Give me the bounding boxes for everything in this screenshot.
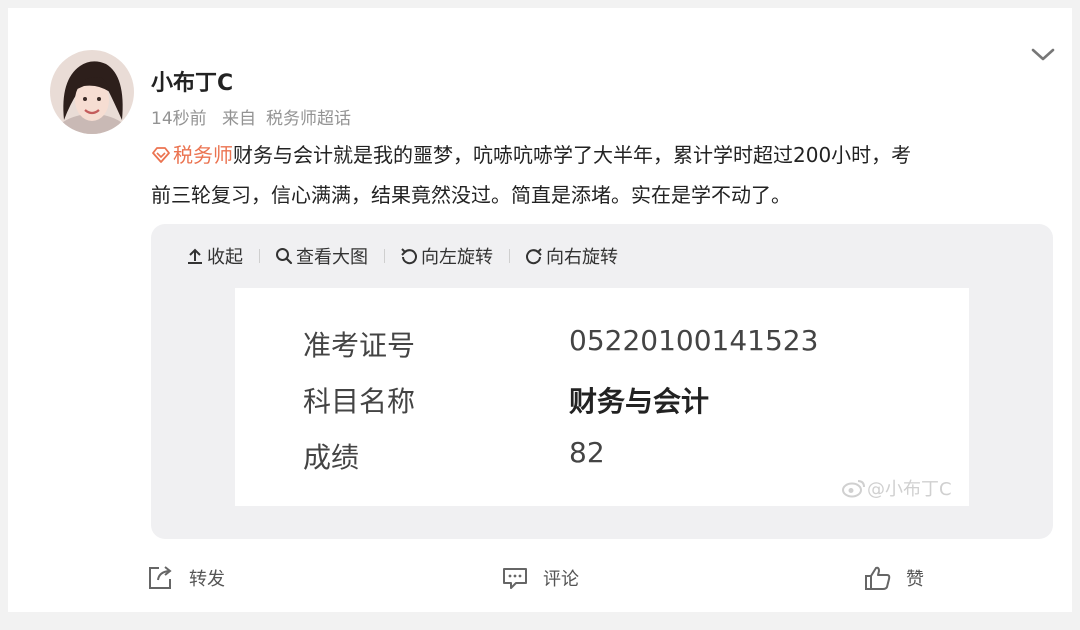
repost-label: 转发 (189, 569, 225, 590)
weibo-post-card: 小布丁C 14秒前 来自 税务师超话 税务师财务与会计就是我的噩梦，吭哧吭哧学了大… (8, 8, 1072, 612)
rotate-right-icon (526, 248, 542, 265)
thumbs-up-icon (865, 566, 891, 590)
toolbar-divider (259, 249, 260, 263)
repost-icon (149, 566, 172, 589)
view-large-button[interactable]: 查看大图 (274, 243, 368, 269)
topic-tag-label: 税务师 (173, 143, 233, 167)
rotate-left-icon (401, 248, 417, 265)
media-viewer: 收起 查看大图 向左旋转 向右旋转 准考证号 05220100141523 科目… (151, 224, 1053, 539)
watermark-text: @小布丁C (867, 479, 952, 500)
score-photo[interactable]: 准考证号 05220100141523 科目名称 财务与会计 成绩 82 @小布… (235, 288, 969, 506)
rotate-left-label: 向左旋转 (421, 247, 493, 268)
post-time[interactable]: 14秒前 (151, 109, 207, 129)
like-button[interactable]: 赞 (864, 565, 924, 591)
media-toolbar: 收起 查看大图 向左旋转 向右旋转 (185, 243, 618, 269)
weibo-logo-icon (842, 480, 865, 498)
username[interactable]: 小布丁C (151, 65, 233, 97)
chevron-down-icon[interactable] (1029, 44, 1057, 66)
view-large-label: 查看大图 (296, 247, 368, 268)
rotate-right-label: 向右旋转 (546, 247, 618, 268)
exam-id-label: 准考证号 (303, 329, 416, 362)
toolbar-divider (384, 249, 385, 263)
watermark: @小布丁C (841, 475, 952, 501)
comment-button[interactable]: 评论 (501, 565, 579, 591)
subject-value: 财务与会计 (569, 385, 710, 418)
post-text-line2: 前三轮复习，信心满满，结果竟然没过。简直是添堵。实在是学不动了。 (151, 183, 791, 207)
exam-id-value: 05220100141523 (569, 324, 819, 357)
rotate-left-button[interactable]: 向左旋转 (399, 243, 493, 269)
comment-icon (503, 568, 527, 589)
toolbar-divider (509, 249, 510, 263)
collapse-label: 收起 (207, 247, 243, 268)
collapse-icon (188, 248, 202, 264)
action-bar: 转发 评论 赞 (0, 565, 1080, 595)
topic-tag[interactable]: 税务师 (151, 143, 233, 167)
subject-label: 科目名称 (303, 385, 416, 418)
post-text: 税务师财务与会计就是我的噩梦，吭哧吭哧学了大半年，累计学时超过200小时，考 前… (151, 136, 1051, 214)
post-text-line1: 财务与会计就是我的噩梦，吭哧吭哧学了大半年，累计学时超过200小时，考 (233, 143, 912, 167)
user-avatar[interactable] (50, 50, 134, 134)
score-value: 82 (569, 436, 605, 469)
post-source[interactable]: 税务师超话 (266, 109, 351, 129)
diamond-icon (151, 138, 171, 176)
collapse-button[interactable]: 收起 (185, 243, 243, 269)
search-icon (276, 248, 293, 265)
rotate-right-button[interactable]: 向右旋转 (524, 243, 618, 269)
repost-button[interactable]: 转发 (147, 565, 225, 591)
like-label: 赞 (906, 569, 924, 590)
source-prefix: 来自 (222, 109, 257, 129)
score-label: 成绩 (303, 441, 360, 474)
comment-label: 评论 (543, 569, 579, 590)
post-meta: 14秒前 来自 税务师超话 (151, 104, 361, 129)
